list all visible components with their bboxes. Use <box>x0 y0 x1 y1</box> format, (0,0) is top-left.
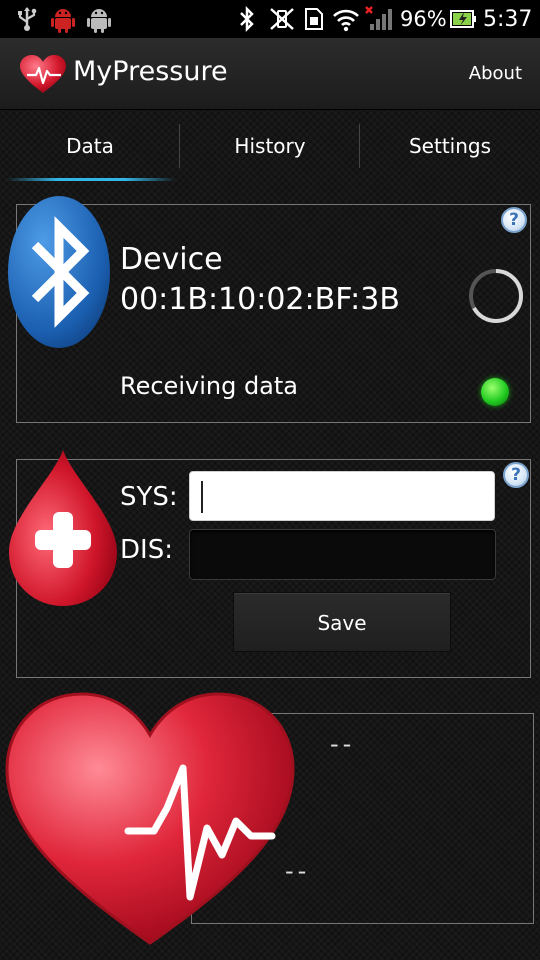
about-button[interactable]: About <box>469 63 522 84</box>
tab-settings-label: Settings <box>408 134 492 158</box>
tab-data-label: Data <box>66 134 114 158</box>
sys-input[interactable] <box>189 471 495 521</box>
device-address: 00:1B:10:02:BF:3B <box>120 282 400 317</box>
battery-percent: 96% <box>400 7 447 31</box>
blood-drop-icon <box>9 450 117 606</box>
usb-icon <box>18 7 37 31</box>
tab-settings[interactable]: Settings <box>360 110 540 182</box>
bluetooth-logo-icon <box>8 196 110 348</box>
app-heart-logo-icon <box>20 55 66 93</box>
action-bar: MyPressure About <box>0 38 540 110</box>
tab-data[interactable]: Data <box>0 110 180 182</box>
text-cursor <box>201 481 203 513</box>
clock: 5:37 <box>483 7 533 32</box>
wifi-icon <box>333 9 359 32</box>
android-icon <box>87 9 111 33</box>
signal-icon <box>365 6 392 30</box>
tab-bar: Data History Settings <box>0 110 540 182</box>
tab-selected-indicator <box>6 178 176 181</box>
dis-input[interactable] <box>189 529 496 580</box>
device-label: Device <box>120 242 223 277</box>
help-icon[interactable]: ? <box>501 207 527 233</box>
tab-history-label: History <box>234 134 306 158</box>
status-bar: 96% 5:37 <box>0 0 540 38</box>
save-button[interactable]: Save <box>233 592 451 652</box>
result-value-bottom: -- <box>285 857 311 885</box>
bluetooth-icon <box>240 6 254 32</box>
sys-label: SYS: <box>120 482 178 512</box>
loading-spinner-icon <box>469 269 524 324</box>
android-debug-icon <box>51 9 75 33</box>
heart-pulse-icon <box>5 692 295 945</box>
status-led-icon <box>481 378 509 406</box>
connection-status: Receiving data <box>120 372 298 400</box>
tab-history[interactable]: History <box>180 110 360 182</box>
help-icon[interactable]: ? <box>503 462 529 488</box>
sim-icon <box>305 8 323 30</box>
dis-label: DIS: <box>120 535 173 565</box>
result-value-top: -- <box>330 730 356 758</box>
battery-icon <box>450 10 476 28</box>
vibrate-icon <box>270 8 294 30</box>
app-title: MyPressure <box>73 56 228 87</box>
